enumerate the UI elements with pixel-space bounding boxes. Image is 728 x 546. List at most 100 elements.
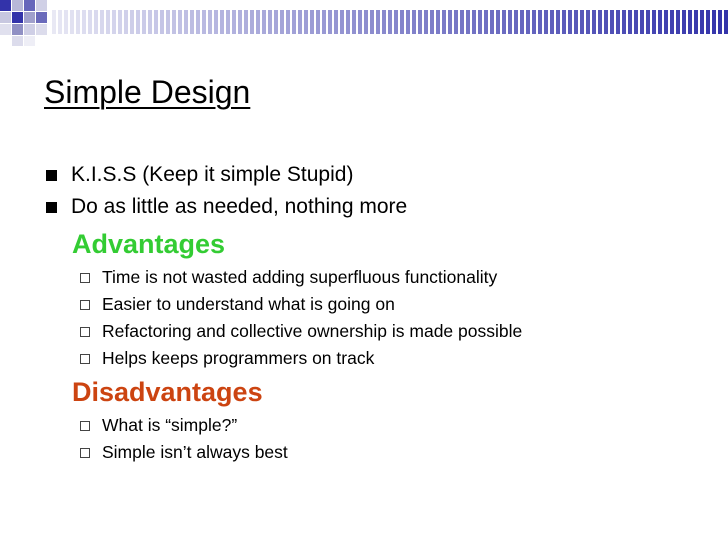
decorative-square bbox=[0, 24, 11, 35]
decorative-square bbox=[0, 0, 11, 11]
decorative-stripe bbox=[670, 10, 674, 34]
decorative-stripe bbox=[148, 10, 152, 34]
decorative-square bbox=[24, 0, 35, 11]
decorative-stripe bbox=[142, 10, 146, 34]
decorative-stripe bbox=[460, 10, 464, 34]
decorative-stripe bbox=[94, 10, 98, 34]
decorative-stripe bbox=[532, 10, 536, 34]
disadvantage-text: Simple isn’t always best bbox=[102, 442, 288, 462]
decorative-stripe bbox=[88, 10, 92, 34]
decorative-stripe bbox=[202, 10, 206, 34]
decorative-stripe bbox=[316, 10, 320, 34]
decorative-stripe bbox=[286, 10, 290, 34]
disadvantage-text: What is “simple?” bbox=[102, 415, 238, 435]
decorative-stripe bbox=[226, 10, 230, 34]
advantage-text: Easier to understand what is going on bbox=[102, 294, 395, 314]
decorative-stripe bbox=[622, 10, 626, 34]
decorative-stripe bbox=[628, 10, 632, 34]
decorative-stripe bbox=[376, 10, 380, 34]
decorative-stripe bbox=[544, 10, 548, 34]
advantage-item: Helps keeps programmers on track bbox=[80, 348, 374, 369]
decorative-stripe bbox=[592, 10, 596, 34]
decorative-square bbox=[12, 0, 23, 11]
decorative-square bbox=[24, 36, 35, 46]
decorative-stripe bbox=[664, 10, 668, 34]
disadvantages-heading: Disadvantages bbox=[72, 377, 263, 407]
advantage-item: Time is not wasted adding superfluous fu… bbox=[80, 267, 497, 288]
decorative-stripe bbox=[154, 10, 158, 34]
decorative-stripe bbox=[382, 10, 386, 34]
decorative-stripe bbox=[574, 10, 578, 34]
decorative-square bbox=[36, 24, 47, 35]
hollow-square-bullet-icon bbox=[80, 326, 90, 337]
decorative-stripe bbox=[52, 10, 56, 34]
decorative-stripe bbox=[220, 10, 224, 34]
slide-title: Simple Design bbox=[44, 74, 251, 110]
decorative-stripe bbox=[394, 10, 398, 34]
decorative-stripe bbox=[118, 10, 122, 34]
decorative-stripe bbox=[262, 10, 266, 34]
decorative-stripe bbox=[322, 10, 326, 34]
decorative-stripe bbox=[616, 10, 620, 34]
decorative-stripe bbox=[658, 10, 662, 34]
decorative-stripe bbox=[328, 10, 332, 34]
decorative-stripe bbox=[694, 10, 698, 34]
advantage-item: Easier to understand what is going on bbox=[80, 294, 395, 315]
decorative-stripe bbox=[682, 10, 686, 34]
decorative-stripe bbox=[292, 10, 296, 34]
decorative-stripe bbox=[448, 10, 452, 34]
decorative-stripe bbox=[490, 10, 494, 34]
decorative-stripe bbox=[514, 10, 518, 34]
decorative-stripe bbox=[436, 10, 440, 34]
decorative-stripe bbox=[568, 10, 572, 34]
decorative-stripe bbox=[304, 10, 308, 34]
decorative-square bbox=[24, 24, 35, 35]
disadvantage-item: Simple isn’t always best bbox=[80, 442, 288, 463]
decorative-stripe bbox=[64, 10, 68, 34]
decorative-stripe bbox=[172, 10, 176, 34]
decorative-stripe bbox=[406, 10, 410, 34]
decorative-square bbox=[36, 0, 47, 11]
decorative-stripe bbox=[478, 10, 482, 34]
hollow-square-bullet-icon bbox=[80, 299, 90, 310]
decorative-stripe bbox=[598, 10, 602, 34]
decorative-stripe bbox=[550, 10, 554, 34]
decorative-stripe bbox=[508, 10, 512, 34]
decorative-stripe bbox=[196, 10, 200, 34]
decorative-stripe bbox=[466, 10, 470, 34]
decorative-stripe bbox=[424, 10, 428, 34]
decorative-stripe bbox=[646, 10, 650, 34]
decorative-stripe bbox=[418, 10, 422, 34]
decorative-stripe bbox=[124, 10, 128, 34]
bullet-text: Do as little as needed, nothing more bbox=[71, 195, 408, 218]
decorative-stripe bbox=[442, 10, 446, 34]
decorative-stripe bbox=[268, 10, 272, 34]
decorative-stripe bbox=[610, 10, 614, 34]
decorative-stripe bbox=[718, 10, 722, 34]
decorative-square bbox=[36, 12, 47, 23]
decorative-stripe bbox=[640, 10, 644, 34]
hollow-square-bullet-icon bbox=[80, 272, 90, 283]
gradient-stripe-band bbox=[0, 0, 728, 46]
decorative-stripe bbox=[112, 10, 116, 34]
decorative-stripe bbox=[58, 10, 62, 34]
decorative-square bbox=[12, 36, 23, 46]
decorative-stripe bbox=[352, 10, 356, 34]
decorative-stripe bbox=[412, 10, 416, 34]
decorative-stripe bbox=[688, 10, 692, 34]
decorative-stripe bbox=[250, 10, 254, 34]
square-bullet-icon bbox=[46, 201, 57, 213]
decorative-stripe bbox=[178, 10, 182, 34]
decorative-stripe bbox=[166, 10, 170, 34]
decorative-stripe bbox=[604, 10, 608, 34]
decorative-stripe bbox=[388, 10, 392, 34]
decorative-stripe bbox=[238, 10, 242, 34]
decorative-stripe bbox=[244, 10, 248, 34]
decorative-stripe bbox=[346, 10, 350, 34]
advantage-text: Refactoring and collective ownership is … bbox=[102, 321, 523, 341]
decorative-square bbox=[12, 24, 23, 35]
decorative-stripe bbox=[556, 10, 560, 34]
decorative-stripe bbox=[136, 10, 140, 34]
disadvantage-item: What is “simple?” bbox=[80, 415, 237, 436]
decorative-stripe bbox=[310, 10, 314, 34]
